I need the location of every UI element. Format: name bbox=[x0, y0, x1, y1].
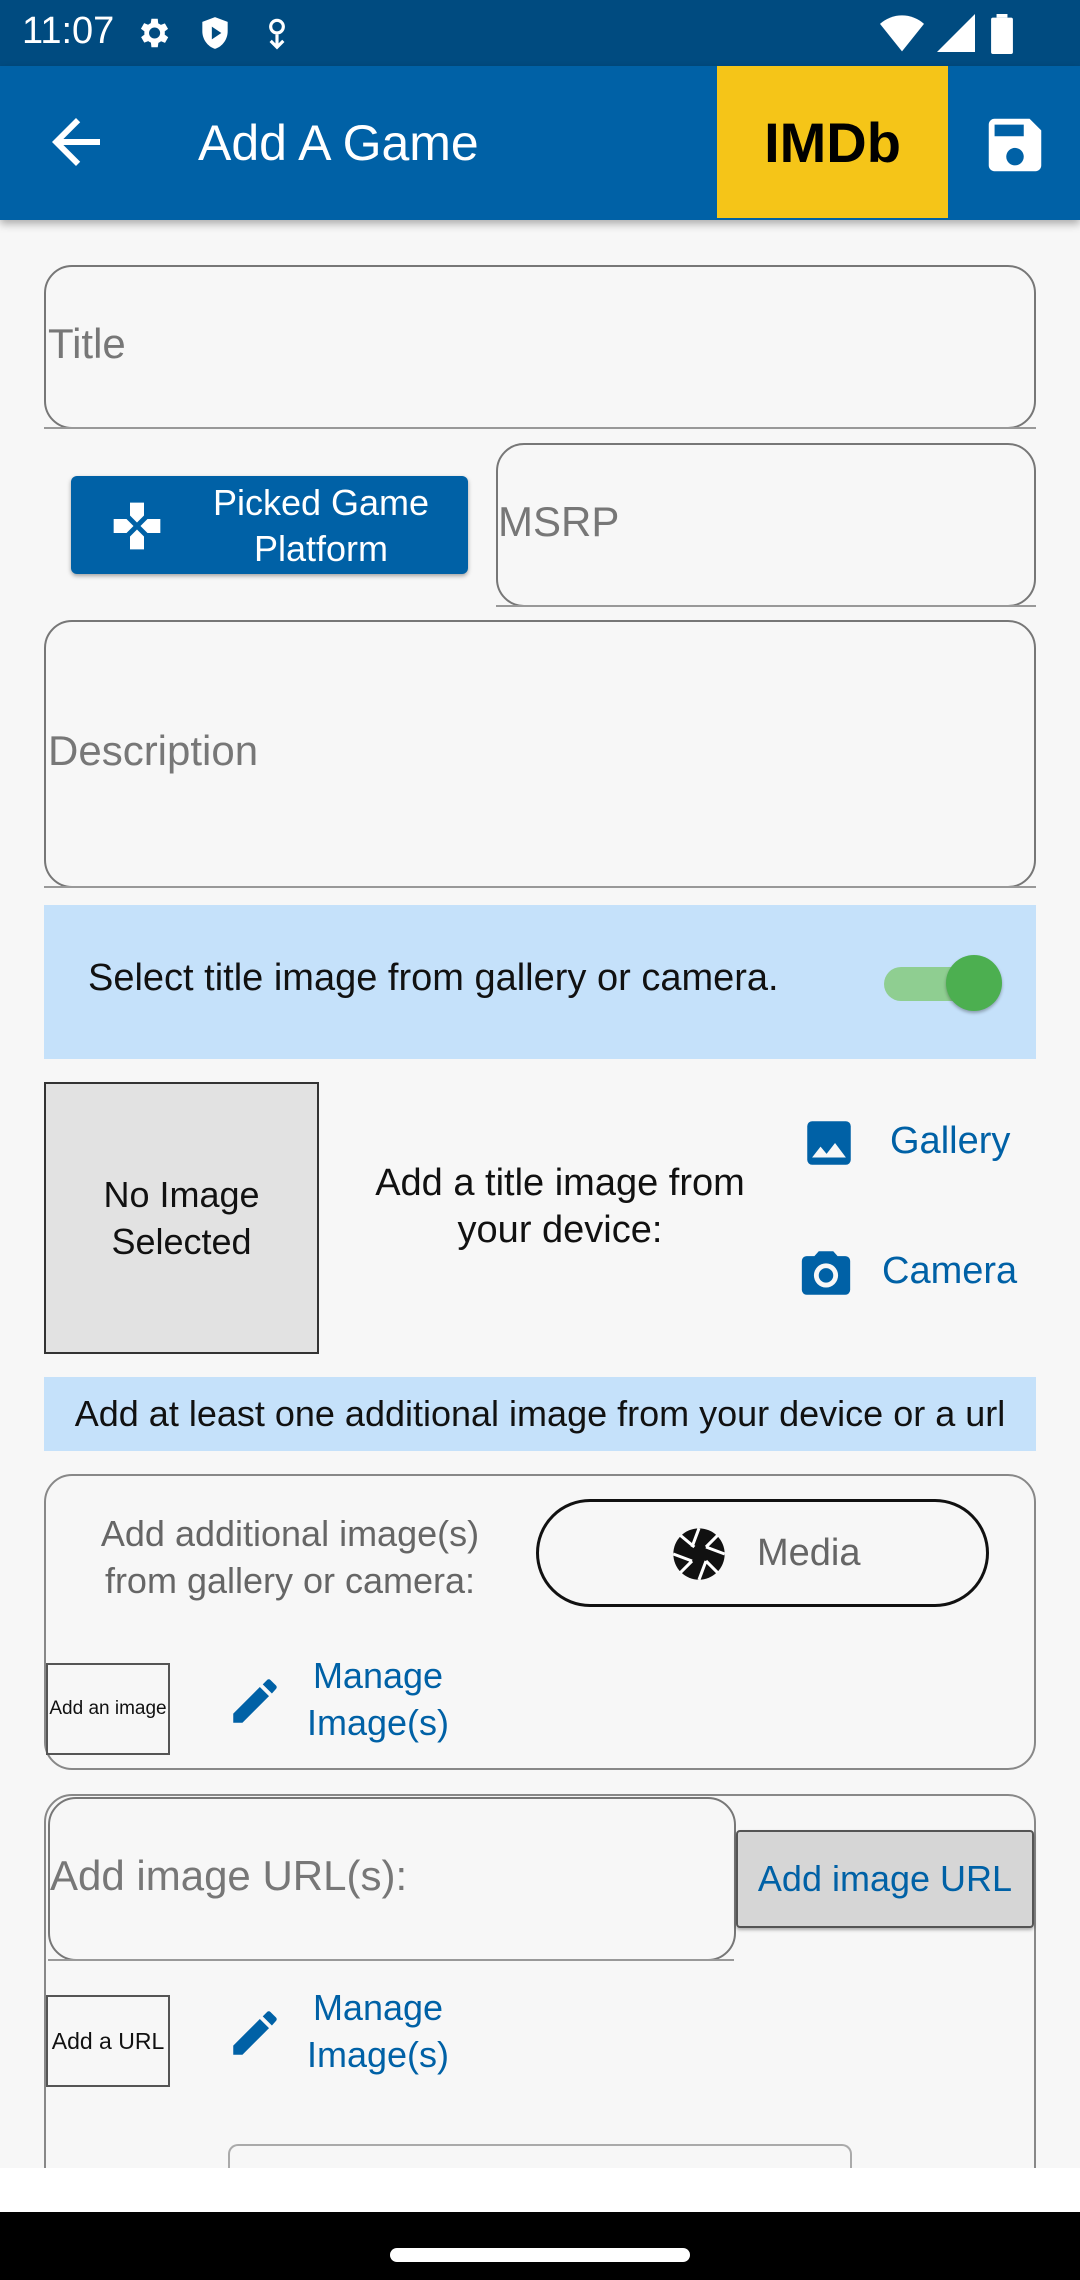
title-input[interactable] bbox=[44, 265, 1036, 429]
status-time: 11:07 bbox=[22, 10, 115, 52]
add-image-thumb[interactable]: Add an image bbox=[46, 1663, 170, 1755]
manage-images-label-1: Manage Image(s) bbox=[306, 1655, 450, 1743]
gallery-button[interactable]: Gallery bbox=[800, 1110, 1020, 1176]
add-additional-images-text: Add additional image(s) from gallery or … bbox=[100, 1513, 480, 1601]
media-button[interactable]: Media bbox=[536, 1499, 989, 1607]
shield-play-icon bbox=[202, 17, 228, 49]
add-image-url-button[interactable]: Add image URL bbox=[736, 1830, 1034, 1928]
msrp-label: MSRP bbox=[498, 498, 620, 545]
description-underline bbox=[44, 886, 1036, 888]
title-underline bbox=[44, 427, 1036, 429]
msrp-underline bbox=[496, 605, 1036, 607]
manage-images-button-1[interactable]: Manage Image(s) bbox=[220, 1652, 480, 1752]
gallery-icon bbox=[807, 1121, 851, 1165]
imdb-button[interactable]: IMDb bbox=[717, 66, 948, 218]
camera-icon bbox=[801, 1251, 851, 1295]
manage-images-button-2[interactable]: Manage Image(s) bbox=[220, 1984, 480, 2084]
gallery-label: Gallery bbox=[890, 1120, 1011, 1162]
platform-label: Picked Game Platform bbox=[212, 482, 430, 569]
battery-icon bbox=[991, 14, 1013, 54]
platform-button[interactable]: Picked Game Platform bbox=[71, 476, 468, 574]
pencil-icon bbox=[233, 2011, 277, 2055]
shutter-icon bbox=[672, 1527, 726, 1581]
camera-label: Camera bbox=[882, 1250, 1018, 1292]
signal-icon bbox=[937, 14, 975, 52]
title-label: Title bbox=[48, 320, 126, 367]
add-url-thumb[interactable]: Add a URL bbox=[46, 1995, 170, 2087]
save-icon[interactable] bbox=[975, 110, 1055, 180]
wifi-icon bbox=[880, 15, 924, 52]
status-bar: 11:07 bbox=[0, 0, 1080, 66]
toggle-thumb bbox=[946, 955, 1002, 1011]
bottom-strip bbox=[0, 2168, 1080, 2212]
camera-button[interactable]: Camera bbox=[796, 1240, 1020, 1308]
pencil-icon bbox=[233, 1679, 277, 1723]
page-title: Add A Game bbox=[198, 115, 479, 171]
additional-images-banner: Add at least one additional image from y… bbox=[44, 1377, 1036, 1451]
description-label: Description bbox=[48, 727, 259, 774]
add-title-image-text: Add a title image from your device: bbox=[375, 1162, 745, 1251]
no-image-placeholder: No Image Selected bbox=[44, 1082, 319, 1354]
title-image-toggle[interactable] bbox=[864, 953, 1014, 1013]
title-image-toggle-text: Select title image from gallery or camer… bbox=[88, 957, 779, 999]
app-bar: Add A Game IMDb bbox=[0, 66, 1080, 220]
media-label: Media bbox=[757, 1532, 861, 1574]
settings-icon bbox=[140, 18, 169, 48]
title-image-banner: Select title image from gallery or camer… bbox=[44, 905, 1036, 1059]
manage-images-label-2: Manage Image(s) bbox=[306, 1987, 450, 2075]
image-url-label: Add image URL(s): bbox=[50, 1852, 408, 1899]
location-icon bbox=[269, 18, 285, 50]
image-url-underline bbox=[48, 1959, 734, 1961]
gamepad-icon bbox=[113, 502, 161, 550]
back-arrow-icon[interactable] bbox=[30, 106, 122, 178]
home-gesture-handle[interactable] bbox=[390, 2248, 690, 2262]
no-image-text: No Image Selected bbox=[103, 1174, 260, 1262]
